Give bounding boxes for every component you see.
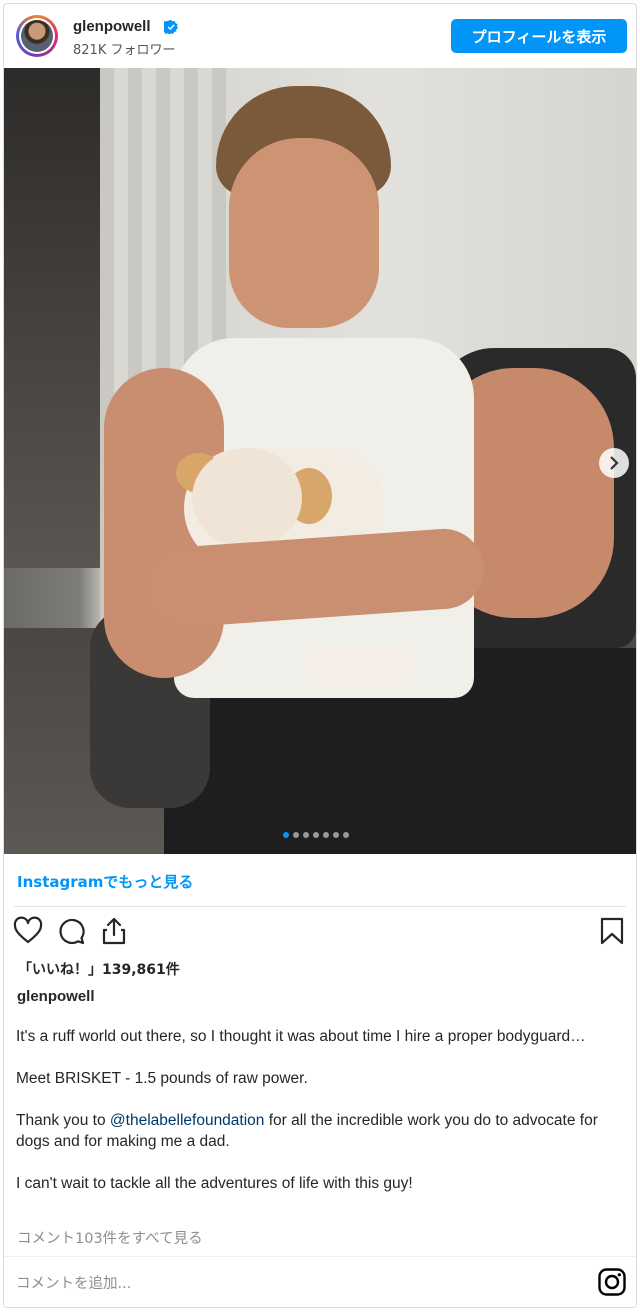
instagram-embed: glenpowell 821K フォロワー プロフィールを表示 Instagra… <box>3 3 637 1308</box>
carousel-dot <box>333 832 339 838</box>
follower-count: 821K フォロワー <box>73 43 176 58</box>
carousel-indicator <box>283 832 349 840</box>
view-all-comments-link[interactable]: コメント103件をすべて見る <box>17 1227 203 1248</box>
caption-paragraph: It's a ruff world out there, so I though… <box>16 1028 586 1045</box>
heart-icon[interactable] <box>13 916 43 946</box>
share-icon[interactable] <box>99 916 129 946</box>
carousel-dot <box>343 832 349 838</box>
verified-badge-icon <box>164 20 178 34</box>
view-more-on-instagram-link[interactable]: Instagramでもっと見る <box>17 871 193 892</box>
post-caption: It's a ruff world out there, so I though… <box>16 1026 616 1194</box>
mention-link[interactable]: @thelabellefoundation <box>110 1112 265 1129</box>
divider <box>4 1256 636 1257</box>
carousel-dot <box>313 832 319 838</box>
caption-username[interactable]: glenpowell <box>17 988 95 1005</box>
username[interactable]: glenpowell <box>73 18 151 35</box>
carousel-dot <box>323 832 329 838</box>
post-header: glenpowell 821K フォロワー プロフィールを表示 <box>4 4 636 68</box>
carousel-dot <box>283 832 289 838</box>
like-count[interactable]: 「いいね！」139,861件 <box>18 959 180 979</box>
bookmark-icon[interactable] <box>597 916 627 946</box>
caption-paragraph: Thank you to @thelabellefoundation for a… <box>16 1112 598 1150</box>
next-image-button[interactable] <box>599 448 629 478</box>
view-profile-button[interactable]: プロフィールを表示 <box>451 19 627 53</box>
comment-icon[interactable] <box>56 916 86 946</box>
avatar[interactable] <box>16 15 58 57</box>
comment-input[interactable] <box>14 1266 578 1302</box>
caption-paragraph: I can't wait to tackle all the adventure… <box>16 1175 413 1192</box>
post-image[interactable] <box>4 68 636 854</box>
instagram-logo-icon[interactable] <box>597 1267 627 1297</box>
divider <box>14 906 626 907</box>
carousel-dot <box>293 832 299 838</box>
carousel-dot <box>303 832 309 838</box>
chevron-right-icon <box>610 456 619 470</box>
caption-paragraph: Meet BRISKET - 1.5 pounds of raw power. <box>16 1070 308 1087</box>
